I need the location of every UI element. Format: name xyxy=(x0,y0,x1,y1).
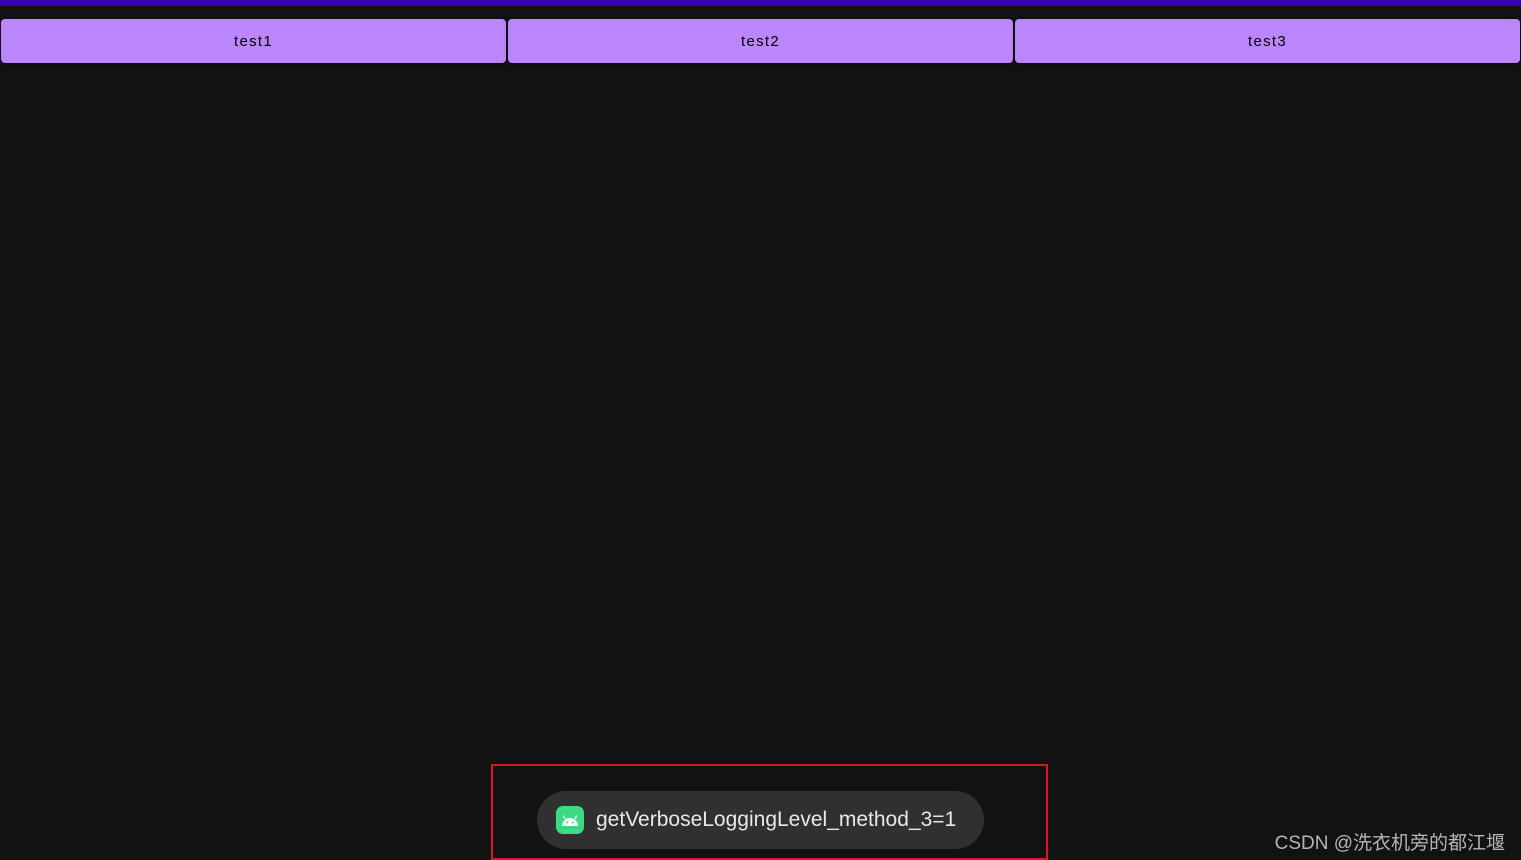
button-row: test1 test2 test3 xyxy=(0,19,1521,63)
toast: getVerboseLoggingLevel_method_3=1 xyxy=(537,791,984,849)
watermark-text: CSDN @洗衣机旁的都江堰 xyxy=(1274,833,1505,854)
toast-message: getVerboseLoggingLevel_method_3=1 xyxy=(596,808,957,831)
test2-button[interactable]: test2 xyxy=(508,19,1013,63)
test1-button[interactable]: test1 xyxy=(1,19,506,63)
status-bar xyxy=(0,0,1521,6)
test3-button[interactable]: test3 xyxy=(1015,19,1520,63)
android-icon xyxy=(556,806,584,834)
